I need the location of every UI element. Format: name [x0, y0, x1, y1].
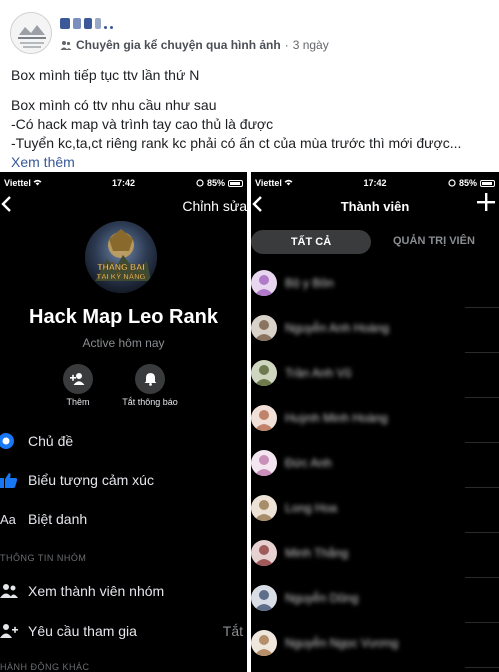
member-avatar: [251, 585, 277, 611]
row-divider: [465, 397, 499, 398]
menu-item-join-requests[interactable]: Yêu cầu tham gia Tắt: [0, 618, 247, 644]
battery-icon: [228, 179, 243, 187]
member-name-blurred: Nguyễn Dũng: [285, 591, 359, 605]
member-row[interactable]: Minh Thắng: [251, 534, 499, 578]
post-line: -Có hack map và trình tay cao thủ là đượ…: [11, 116, 274, 132]
row-divider: [465, 442, 499, 443]
group-icon: [60, 40, 72, 50]
edit-button[interactable]: Chỉnh sửa: [182, 198, 247, 214]
member-row[interactable]: Nguyễn Dũng: [251, 579, 499, 623]
meta-separator: ·: [284, 38, 289, 52]
row-divider: [465, 487, 499, 488]
member-name-blurred: Minh Thắng: [285, 546, 349, 560]
post-line: Box mình có ttv nhu cầu như sau: [11, 97, 217, 113]
mute-notifications-label: Tắt thông báo: [122, 397, 178, 407]
orientation-lock-icon: [196, 179, 204, 187]
member-avatar: [251, 540, 277, 566]
tab-all[interactable]: TẤT CẢ: [251, 230, 371, 254]
active-status: Active hôm nay: [82, 336, 165, 350]
member-avatar: [251, 360, 277, 386]
member-name-blurred: Đức Anh: [285, 456, 332, 470]
row-divider: [465, 622, 499, 623]
orientation-lock-icon: [448, 179, 456, 187]
member-avatar: [251, 495, 277, 521]
member-avatar: [251, 630, 277, 656]
menu-item-view-members[interactable]: Xem thành viên nhóm: [0, 578, 247, 604]
post-meta: Chuyên gia kể chuyện qua hình ảnh · 3 ng…: [60, 38, 329, 52]
member-name-blurred: Long Hoa: [285, 501, 338, 515]
people-icon: [0, 582, 18, 600]
group-link[interactable]: Chuyên gia kể chuyện qua hình ảnh: [76, 38, 281, 52]
member-avatar: [251, 315, 277, 341]
section-group-info: THÔNG TIN NHÓM: [0, 553, 87, 563]
join-requests-value: Tắt: [222, 623, 243, 639]
members-list-screenshot: Viettel 17:42 85% Thành viên TẤT CẢ QUẢN…: [251, 172, 499, 672]
menu-item-label: Biểu tượng cảm xúc: [28, 472, 154, 488]
member-name-blurred: Nguyễn Anh Hoàng: [285, 321, 390, 335]
member-row[interactable]: Nguyễn Ngọc Vương: [251, 624, 499, 668]
theme-circle-icon: [0, 432, 18, 450]
tab-admins[interactable]: QUẢN TRỊ VIÊN: [393, 235, 475, 247]
menu-item-theme[interactable]: Chủ đề: [0, 428, 247, 454]
member-name-blurred: Nguyễn Ngọc Vương: [285, 636, 399, 650]
post-time[interactable]: 3 ngày: [293, 38, 329, 52]
row-divider: [465, 667, 499, 668]
member-row[interactable]: Huỳnh Minh Hoàng: [251, 399, 499, 443]
battery-indicator: 85%: [448, 178, 495, 188]
menu-item-emoji[interactable]: Biểu tượng cảm xúc: [0, 467, 247, 493]
add-person-icon: [70, 373, 85, 385]
member-avatar: [251, 405, 277, 431]
aa-text-icon: Aa: [0, 510, 18, 528]
menu-item-label: Xem thành viên nhóm: [28, 583, 165, 599]
see-more-link[interactable]: Xem thêm: [11, 153, 491, 172]
page-title: Thành viên: [340, 199, 410, 214]
group-settings-screenshot: Viettel 17:42 85% Chỉnh sửa THẮNG BẠI TẠ…: [0, 172, 247, 672]
member-row[interactable]: Long Hoa: [251, 489, 499, 533]
post-line: -Tuyển kc,ta,ct riêng rank kc phải có ấn…: [11, 135, 462, 151]
menu-item-label: Biệt danh: [28, 511, 88, 527]
cover-text-line2: TẠI KỸ NĂNG: [97, 272, 146, 281]
thumbs-up-icon: [0, 471, 18, 489]
member-row[interactable]: Trần Anh Vũ: [251, 354, 499, 398]
menu-item-label: Yêu cầu tham gia: [28, 623, 137, 639]
battery-icon: [480, 179, 495, 187]
mute-notifications-button[interactable]: [135, 364, 165, 394]
group-title: Hack Map Leo Rank: [29, 306, 218, 328]
row-divider: [465, 352, 499, 353]
row-divider: [465, 307, 499, 308]
menu-item-label: Chủ đề: [28, 433, 74, 449]
row-divider: [465, 577, 499, 578]
add-member-button[interactable]: [63, 364, 93, 394]
author-name-obscured[interactable]: [60, 14, 113, 32]
member-row[interactable]: Bộ y Bôn: [251, 264, 499, 308]
bell-icon: [144, 373, 156, 386]
back-chevron-icon[interactable]: [0, 194, 14, 216]
add-member-plus-icon[interactable]: [477, 192, 495, 216]
member-row[interactable]: Nguyễn Anh Hoàng: [251, 309, 499, 353]
group-avatar[interactable]: THẮNG BẠI TẠI KỸ NĂNG: [85, 221, 157, 293]
amazing-vietnam-logo-icon: [11, 13, 51, 53]
member-name-blurred: Trần Anh Vũ: [285, 366, 352, 380]
battery-indicator: 85%: [196, 178, 243, 188]
member-avatar: [251, 270, 277, 296]
cover-text-line1: THẮNG BẠI: [97, 262, 144, 272]
person-add-icon: [0, 622, 18, 640]
member-name-blurred: Huỳnh Minh Hoàng: [285, 411, 388, 425]
status-bar: Viettel 17:42 85%: [251, 172, 499, 192]
status-bar: Viettel 17:42 85%: [0, 172, 247, 192]
add-member-label: Thêm: [66, 397, 90, 407]
member-tabs: TẤT CẢ QUẢN TRỊ VIÊN: [251, 230, 499, 256]
member-name-blurred: Bộ y Bôn: [285, 276, 334, 290]
menu-item-nicknames[interactable]: Aa Biệt danh: [0, 506, 247, 532]
facebook-post: Chuyên gia kể chuyện qua hình ảnh · 3 ng…: [0, 0, 499, 172]
group-cover-art: THẮNG BẠI TẠI KỸ NĂNG: [85, 221, 157, 293]
member-avatar: [251, 450, 277, 476]
section-other-actions: HÀNH ĐỘNG KHÁC: [0, 662, 90, 672]
post-line: Box mình tiếp tục ttv lần thứ N: [11, 67, 200, 83]
author-avatar[interactable]: [10, 12, 52, 54]
svg-text:Aa: Aa: [0, 512, 17, 526]
post-body: Box mình tiếp tục ttv lần thứ N Box mình…: [11, 66, 491, 172]
member-row[interactable]: Đức Anh: [251, 444, 499, 488]
row-divider: [465, 532, 499, 533]
